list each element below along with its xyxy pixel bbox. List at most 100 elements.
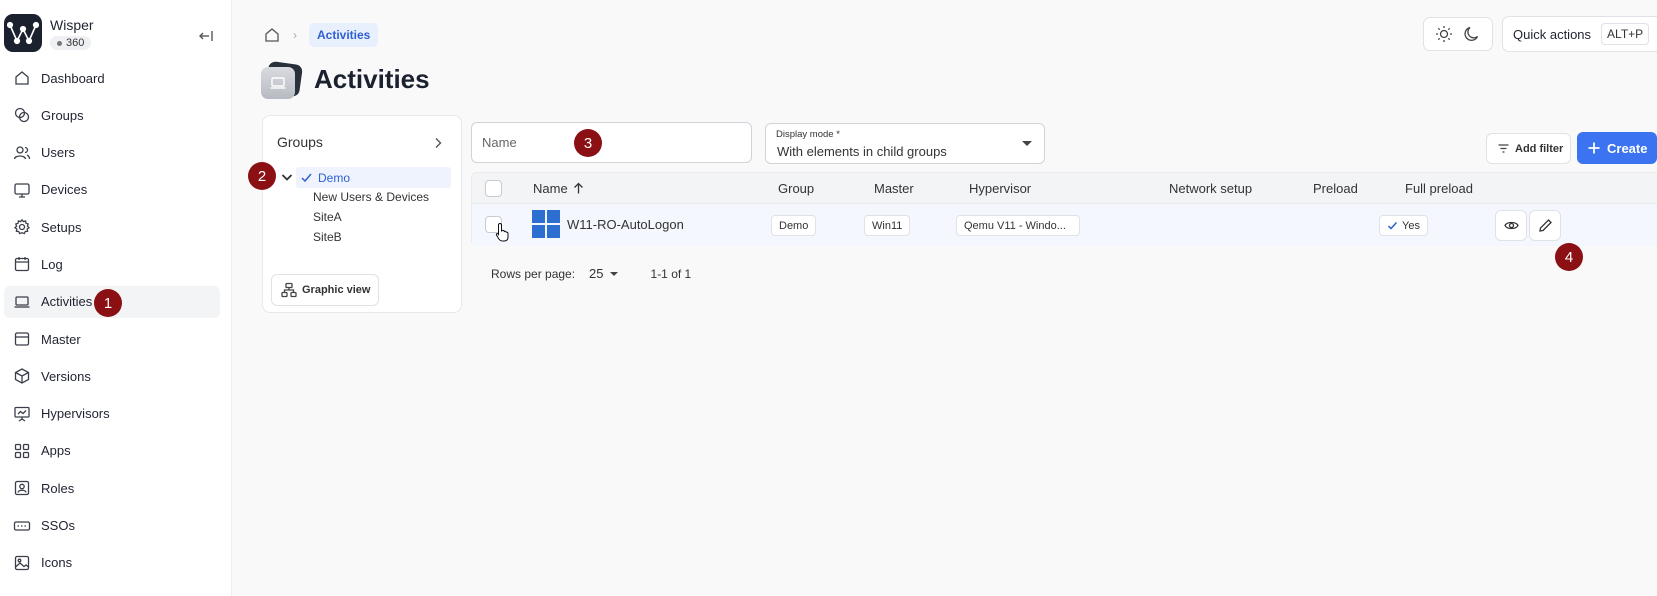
marker-3: 3 bbox=[574, 129, 602, 157]
caret-down-icon bbox=[609, 271, 618, 276]
marker-1: 1 bbox=[94, 289, 122, 317]
theme-toggle bbox=[1423, 17, 1493, 51]
sidebar-item-users[interactable]: Users bbox=[4, 137, 220, 169]
image-icon bbox=[13, 554, 31, 572]
cell-master: Win11 bbox=[864, 215, 911, 236]
brand: Wisper 360 bbox=[4, 14, 94, 52]
key-icon bbox=[13, 517, 31, 535]
quick-actions-button[interactable]: Quick actions ALT+P bbox=[1502, 16, 1657, 52]
app-badge: 360 bbox=[50, 36, 92, 50]
sitemap-icon bbox=[281, 282, 297, 298]
sidebar-item-apps[interactable]: Apps bbox=[4, 435, 220, 467]
groups-panel-title: Groups bbox=[277, 134, 323, 150]
sidebar-item-label: Activities bbox=[41, 294, 93, 310]
id-card-icon bbox=[13, 479, 31, 497]
filter-icon bbox=[1497, 142, 1510, 155]
table-header: Name Group Master Hypervisor Network set… bbox=[472, 173, 1657, 204]
box-icon bbox=[13, 367, 31, 385]
sidebar-item-label: Dashboard bbox=[41, 70, 105, 86]
windows-logo-icon bbox=[532, 210, 560, 238]
eye-icon bbox=[1503, 221, 1519, 230]
column-group[interactable]: Group bbox=[778, 181, 814, 196]
display-mode-label: Display mode * bbox=[776, 129, 840, 140]
add-filter-button[interactable]: Add filter bbox=[1486, 133, 1571, 164]
pagination-range: 1-1 of 1 bbox=[650, 266, 692, 281]
activities-table: Name Group Master Hypervisor Network set… bbox=[471, 172, 1657, 246]
sidebar-item-label: Log bbox=[41, 256, 63, 272]
column-preload[interactable]: Preload bbox=[1313, 181, 1358, 196]
sort-ascending-icon bbox=[572, 182, 585, 195]
sidebar-item-groups[interactable]: Groups bbox=[4, 99, 220, 131]
pagination: Rows per page: 25 1-1 of 1 bbox=[491, 266, 691, 281]
page-title: Activities bbox=[314, 64, 430, 94]
select-all-checkbox[interactable] bbox=[485, 180, 502, 197]
column-full-preload[interactable]: Full preload bbox=[1405, 181, 1473, 196]
users-icon bbox=[13, 144, 31, 162]
sidebar-item-setups[interactable]: Setups bbox=[4, 211, 220, 243]
tree-item-demo[interactable]: Demo bbox=[296, 167, 451, 188]
breadcrumb-current[interactable]: Activities bbox=[309, 23, 379, 47]
home-icon[interactable] bbox=[263, 26, 281, 44]
marker-4: 4 bbox=[1555, 243, 1583, 271]
chevron-right-icon[interactable] bbox=[431, 136, 445, 150]
monitor-icon bbox=[13, 181, 31, 199]
sidebar-item-label: Roles bbox=[41, 480, 75, 496]
cell-full-preload: Yes bbox=[1379, 215, 1428, 236]
cell-hypervisor: Qemu V11 - Windo... bbox=[956, 215, 1080, 236]
cell-name[interactable]: W11-RO-AutoLogon bbox=[567, 217, 684, 232]
sidebar-item-icons[interactable]: Icons bbox=[4, 547, 220, 579]
edit-button[interactable] bbox=[1529, 210, 1561, 241]
column-network-setup[interactable]: Network setup bbox=[1169, 181, 1252, 196]
rows-per-page-select[interactable]: 25 bbox=[589, 266, 618, 281]
laptop-icon bbox=[13, 293, 31, 311]
home-icon bbox=[13, 69, 31, 87]
chevron-down-icon[interactable] bbox=[280, 170, 294, 184]
sidebar-item-master[interactable]: Master bbox=[4, 323, 220, 355]
sidebar-item-versions[interactable]: Versions bbox=[4, 360, 220, 392]
hand-cursor-icon bbox=[495, 222, 511, 242]
collapse-sidebar-icon[interactable] bbox=[197, 28, 215, 44]
page-icon bbox=[261, 60, 304, 99]
sidebar-item-hypervisors[interactable]: Hypervisors bbox=[4, 398, 220, 430]
rows-per-page-label: Rows per page: bbox=[491, 266, 576, 281]
column-hypervisor[interactable]: Hypervisor bbox=[969, 181, 1031, 196]
column-name[interactable]: Name bbox=[533, 181, 585, 196]
breadcrumb: › Activities bbox=[263, 23, 379, 47]
sidebar-item-label: Hypervisors bbox=[41, 406, 110, 422]
check-icon bbox=[300, 171, 313, 184]
sidebar-item-devices[interactable]: Devices bbox=[4, 174, 220, 206]
display-mode-select[interactable]: Display mode * With elements in child gr… bbox=[765, 123, 1045, 164]
presentation-icon bbox=[13, 405, 31, 423]
sun-icon[interactable] bbox=[1434, 24, 1454, 44]
column-master[interactable]: Master bbox=[874, 181, 914, 196]
caret-down-icon bbox=[1022, 141, 1032, 146]
cell-group: Demo bbox=[771, 215, 817, 236]
graphic-view-button[interactable]: Graphic view bbox=[271, 274, 379, 306]
plus-icon bbox=[1587, 141, 1601, 155]
quick-actions-label: Quick actions bbox=[1513, 26, 1592, 42]
tree-item-new-users-devices[interactable]: New Users & Devices bbox=[313, 186, 429, 207]
sidebar-item-label: Apps bbox=[41, 443, 71, 459]
view-button[interactable] bbox=[1495, 210, 1527, 241]
sidebar-item-ssos[interactable]: SSOs bbox=[4, 510, 220, 542]
sidebar-item-label: Versions bbox=[41, 368, 91, 384]
tree-item-siteb[interactable]: SiteB bbox=[313, 226, 342, 247]
sidebar-item-log[interactable]: Log bbox=[4, 248, 220, 280]
moon-icon[interactable] bbox=[1462, 24, 1482, 44]
table-row[interactable]: W11-RO-AutoLogon Demo Win11 Qemu V11 - W… bbox=[472, 204, 1657, 246]
quick-actions-shortcut: ALT+P bbox=[1601, 23, 1650, 45]
sidebar-nav: Dashboard Groups Users Devices Setups Lo… bbox=[4, 62, 220, 584]
marker-2: 2 bbox=[248, 162, 276, 190]
sidebar-item-label: Master bbox=[41, 331, 81, 347]
name-filter-input[interactable] bbox=[471, 122, 752, 163]
grid-icon bbox=[13, 442, 31, 460]
sidebar-item-roles[interactable]: Roles bbox=[4, 472, 220, 504]
groups-icon bbox=[13, 106, 31, 124]
tree-item-sitea[interactable]: SiteA bbox=[313, 206, 342, 227]
calendar-icon bbox=[13, 255, 31, 273]
sidebar-item-label: Users bbox=[41, 145, 75, 161]
check-icon bbox=[1387, 220, 1398, 231]
create-button[interactable]: Create bbox=[1577, 132, 1657, 164]
gear-icon bbox=[13, 218, 31, 236]
sidebar-item-dashboard[interactable]: Dashboard bbox=[4, 62, 220, 94]
